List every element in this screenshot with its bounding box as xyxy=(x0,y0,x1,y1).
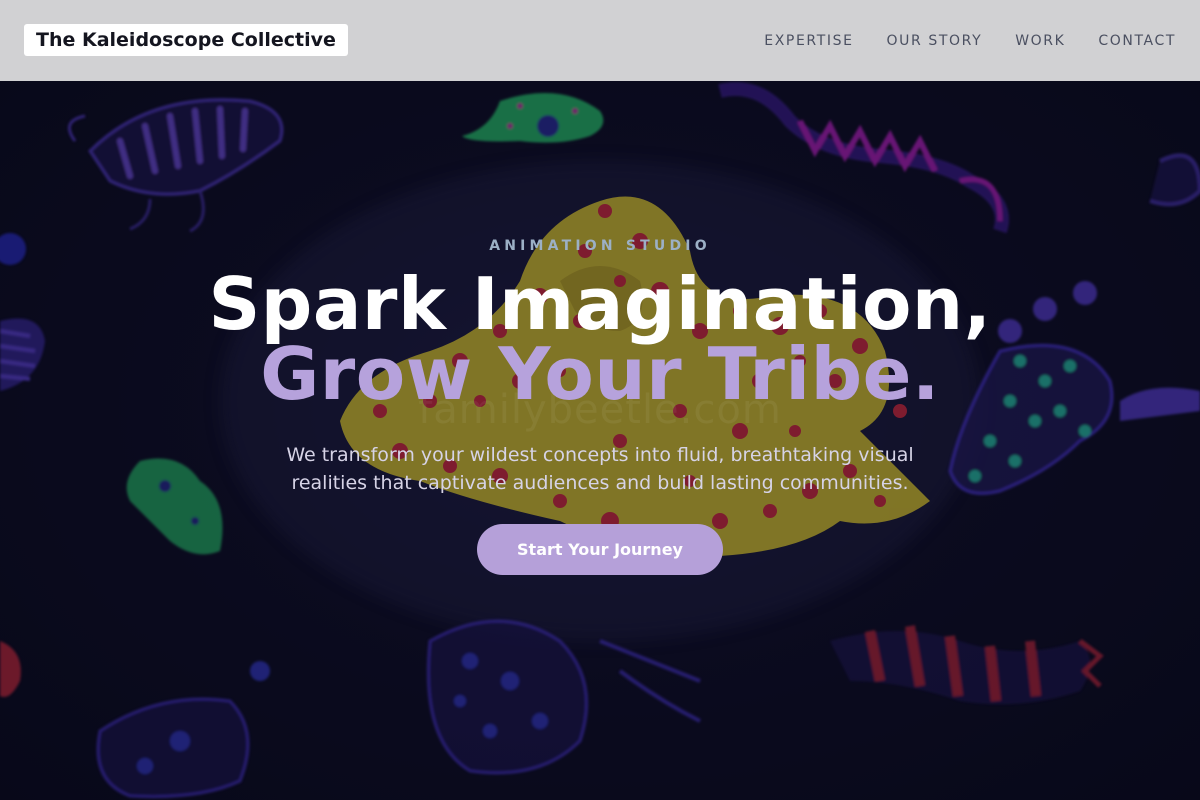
nav-link-our-story[interactable]: OUR STORY xyxy=(887,33,983,49)
hero-headline-line2: Grow Your Tribe. xyxy=(260,332,940,416)
hero-subtitle-line1: We transform your wildest concepts into … xyxy=(286,444,914,466)
hero-subtitle-line2: realities that captivate audiences and b… xyxy=(291,472,909,494)
hero-headline: Spark Imagination, Grow Your Tribe. xyxy=(0,268,1200,416)
site-header: The Kaleidoscope Collective EXPERTISE OU… xyxy=(0,0,1200,81)
nav-link-work[interactable]: WORK xyxy=(1015,33,1065,49)
main-nav: EXPERTISE OUR STORY WORK CONTACT xyxy=(764,0,1176,81)
start-journey-button[interactable]: Start Your Journey xyxy=(477,524,723,575)
hero-eyebrow: ANIMATION STUDIO xyxy=(489,238,711,254)
nav-link-expertise[interactable]: EXPERTISE xyxy=(764,33,853,49)
hero-subtitle: We transform your wildest concepts into … xyxy=(260,441,940,497)
nav-link-contact[interactable]: CONTACT xyxy=(1098,33,1176,49)
hero-content: familybeetle.com ANIMATION STUDIO Spark … xyxy=(0,81,1200,800)
hero-section: familybeetle.com ANIMATION STUDIO Spark … xyxy=(0,81,1200,800)
brand-logo[interactable]: The Kaleidoscope Collective xyxy=(24,24,348,56)
